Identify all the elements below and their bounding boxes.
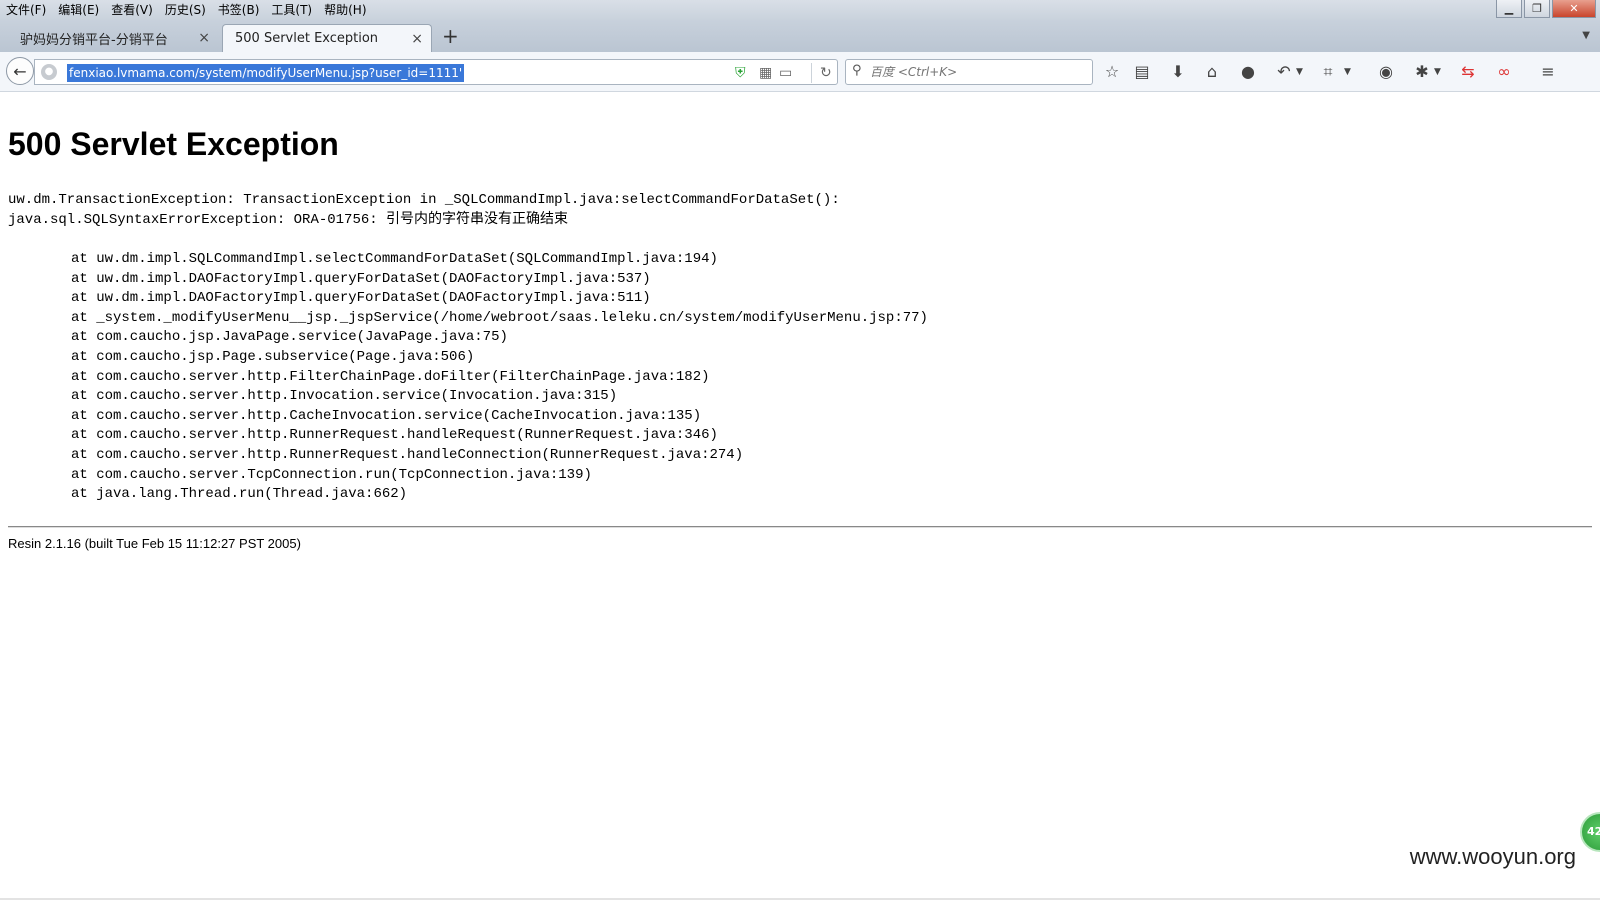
stack-trace-line: at uw.dm.impl.DAOFactoryImpl.queryForDat… xyxy=(71,270,651,287)
stack-trace-line: at com.caucho.server.http.Invocation.ser… xyxy=(71,388,618,405)
chat-icon[interactable]: ● xyxy=(1236,60,1260,84)
stack-trace-line: at com.caucho.server.http.RunnerRequest.… xyxy=(71,427,718,444)
crop-icon[interactable]: ⌗ xyxy=(1316,60,1340,84)
exception-message: uw.dm.TransactionException: TransactionE… xyxy=(8,190,840,230)
reader-view-icon[interactable]: ▭ xyxy=(779,63,792,83)
watermark-text: www.wooyun.org xyxy=(1409,844,1576,869)
minimize-icon[interactable]: ▁ xyxy=(1496,0,1522,18)
close-tab-icon[interactable]: × xyxy=(411,31,423,47)
comment-icon[interactable]: ◉ xyxy=(1374,60,1398,84)
sync-icon[interactable]: ⇆ xyxy=(1456,60,1480,84)
stack-trace-line: at uw.dm.impl.DAOFactoryImpl.queryForDat… xyxy=(71,290,651,307)
tab-strip: 驴妈妈分销平台-分销平台 × 500 Servlet Exception × +… xyxy=(0,20,1600,52)
stack-trace-line: at uw.dm.impl.SQLCommandImpl.selectComma… xyxy=(71,251,718,267)
stack-trace-line: at com.caucho.jsp.JavaPage.service(JavaP… xyxy=(71,329,508,346)
menu-icon[interactable]: ≡ xyxy=(1536,60,1560,84)
url-bar[interactable]: ● fenxiao.lvmama.com/system/modifyUserMe… xyxy=(34,59,838,85)
reading-list-icon[interactable]: ▤ xyxy=(1130,60,1154,84)
chevron-down-icon[interactable]: ▼ xyxy=(1296,60,1306,84)
page-content: 500 Servlet Exception uw.dm.TransactionE… xyxy=(0,118,1600,900)
back-arrow-icon[interactable]: ← xyxy=(6,57,34,85)
close-window-icon[interactable]: ✕ xyxy=(1552,0,1596,18)
url-text[interactable]: fenxiao.lvmama.com/system/modifyUserMenu… xyxy=(67,64,465,82)
stack-trace-line: at _system._modifyUserMenu__jsp._jspServ… xyxy=(71,309,928,326)
server-footer: Resin 2.1.16 (built Tue Feb 15 11:12:27 … xyxy=(8,536,301,551)
download-icon[interactable]: ⬇ xyxy=(1166,60,1190,84)
bug-icon[interactable]: ✱ xyxy=(1410,60,1434,84)
stack-trace-line: at java.lang.Thread.run(Thread.java:662) xyxy=(71,486,408,503)
shield-icon[interactable]: ⛨ xyxy=(735,63,746,83)
stack-trace-line: at com.caucho.jsp.Page.subservice(Page.j… xyxy=(71,348,475,365)
close-tab-icon[interactable]: × xyxy=(198,30,210,46)
search-icon: ⚲ xyxy=(852,63,862,78)
tab-fenxiao[interactable]: 驴妈妈分销平台-分销平台 × xyxy=(8,24,218,52)
exception-line: java.sql.SQLSyntaxErrorException: ORA-01… xyxy=(8,212,569,228)
stack-trace-line: at com.caucho.server.TcpConnection.run(T… xyxy=(71,466,592,483)
menu-bookmarks[interactable]: 书签(B) xyxy=(212,0,266,20)
stack-trace: at uw.dm.impl.SQLCommandImpl.selectComma… xyxy=(71,250,928,505)
chevron-down-icon[interactable]: ▼ xyxy=(1344,60,1354,84)
menu-view[interactable]: 查看(V) xyxy=(105,0,159,20)
home-icon[interactable]: ⌂ xyxy=(1200,60,1224,84)
undo-icon[interactable]: ↶ xyxy=(1272,60,1296,84)
search-bar[interactable]: ⚲ xyxy=(845,59,1093,85)
menu-file[interactable]: 文件(F) xyxy=(0,0,52,20)
window-controls: ▁ ❐ ✕ xyxy=(1496,0,1596,18)
menu-edit[interactable]: 编辑(E) xyxy=(52,0,105,20)
menu-bar: 文件(F) 编辑(E) 查看(V) 历史(S) 书签(B) 工具(T) 帮助(H… xyxy=(0,0,1600,20)
navigation-bar: ← ● fenxiao.lvmama.com/system/modifyUser… xyxy=(0,52,1600,92)
new-tab-icon[interactable]: + xyxy=(442,26,459,46)
horizontal-rule xyxy=(8,526,1592,528)
tab-label: 500 Servlet Exception xyxy=(235,31,379,46)
stack-trace-line: at com.caucho.server.http.FilterChainPag… xyxy=(71,368,710,385)
exception-line: uw.dm.TransactionException: TransactionE… xyxy=(8,192,840,208)
site-identity-icon[interactable]: ● xyxy=(41,64,57,80)
addon-icon[interactable]: ∞ xyxy=(1492,60,1516,84)
menu-help[interactable]: 帮助(H) xyxy=(318,0,372,20)
stack-trace-line: at com.caucho.server.http.CacheInvocatio… xyxy=(71,407,702,424)
chevron-down-icon[interactable]: ▼ xyxy=(1434,60,1444,84)
qr-code-icon[interactable]: ▦ xyxy=(759,63,772,83)
star-icon[interactable]: ☆ xyxy=(1100,60,1124,84)
page-title: 500 Servlet Exception xyxy=(8,126,339,162)
menu-tools[interactable]: 工具(T) xyxy=(265,0,318,20)
reload-icon[interactable]: ↻ xyxy=(811,63,832,83)
tab-servlet-exception[interactable]: 500 Servlet Exception × xyxy=(222,24,432,52)
tab-list-icon[interactable]: ▼ xyxy=(1582,30,1590,41)
tab-label: 驴妈妈分销平台-分销平台 xyxy=(20,32,168,48)
menu-history[interactable]: 历史(S) xyxy=(159,0,212,20)
restore-icon[interactable]: ❐ xyxy=(1524,0,1550,18)
stack-trace-line: at com.caucho.server.http.RunnerRequest.… xyxy=(71,446,744,463)
search-input[interactable] xyxy=(870,63,1085,81)
